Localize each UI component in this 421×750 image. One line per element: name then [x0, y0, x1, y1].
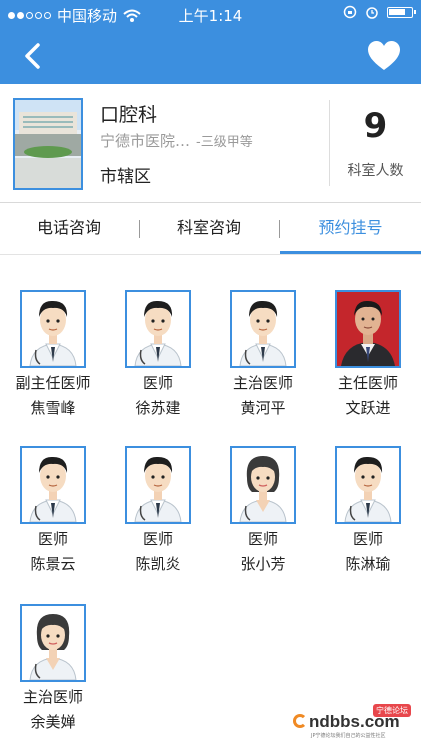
staff-count-label: 科室人数 — [347, 163, 404, 179]
doctor-name: 文跃进 — [345, 399, 391, 417]
hospital-info: 宁德市医院… -三级甲等 — [100, 130, 253, 151]
doctor-title: 医师 — [142, 374, 173, 392]
battery-icon — [387, 6, 416, 18]
doctor-title: 医师 — [352, 530, 383, 548]
status-bar: 中国移动 上午1:14 — [0, 0, 421, 28]
doctor-avatar — [125, 290, 191, 368]
doctor-card[interactable]: 医师 徐苏建 — [108, 290, 208, 422]
doctor-title: 医师 — [142, 530, 173, 548]
doctor-card[interactable]: 医师 张小芳 — [213, 446, 313, 578]
district-name: 市辖区 — [100, 167, 151, 187]
doctor-card[interactable]: 医师 陈凯炎 — [108, 446, 208, 578]
doctor-card[interactable]: 医师 陈景云 — [3, 446, 103, 578]
doctor-name: 陈凯炎 — [135, 555, 181, 573]
doctor-title: 医师 — [37, 530, 68, 548]
department-name: 口腔科 — [100, 104, 158, 126]
doctor-name: 黄河平 — [240, 399, 286, 417]
doctor-avatar — [20, 604, 86, 682]
nav-bar — [0, 28, 421, 84]
hospital-photo — [13, 98, 83, 190]
favorite-heart-icon[interactable] — [367, 40, 401, 72]
doctor-avatar — [230, 290, 296, 368]
department-header: 口腔科 宁德市医院… -三级甲等 市辖区 9 科室人数 — [0, 84, 421, 202]
doctor-title: 主任医师 — [337, 374, 398, 392]
tab-phone-consult[interactable]: 电话咨询 — [0, 203, 138, 253]
back-arrow-icon[interactable] — [18, 40, 50, 72]
doctor-avatar — [230, 446, 296, 524]
doctor-name: 余美婵 — [30, 713, 76, 731]
doctor-name: 徐苏建 — [135, 399, 181, 417]
doctor-title: 医师 — [247, 530, 278, 548]
tab-bar: 电话咨询 科室咨询 预约挂号 — [0, 203, 421, 253]
staff-count: 9 — [363, 106, 388, 146]
watermark-c-icon — [293, 714, 307, 728]
site-watermark-logo: ndbbs.com 宁德论坛 JP宁德论坛我们自己的公益性社区 — [293, 704, 413, 740]
alarm-icon — [366, 7, 378, 19]
status-icons — [343, 5, 416, 19]
watermark-subtext: JP宁德论坛我们自己的公益性社区 — [311, 733, 386, 739]
hospital-name: 宁德市医院… — [100, 132, 191, 150]
doctor-name: 陈景云 — [30, 555, 76, 573]
doctor-card[interactable]: 副主任医师 焦雪峰 — [3, 290, 103, 422]
doctor-card[interactable]: 医师 陈淋瑜 — [318, 446, 418, 578]
doctor-avatar — [20, 290, 86, 368]
rotation-lock-icon — [343, 5, 357, 19]
doctor-name: 陈淋瑜 — [345, 555, 391, 573]
doctor-title: 副主任医师 — [15, 374, 91, 392]
hospital-level: -三级甲等 — [196, 135, 253, 150]
doctor-avatar — [335, 290, 401, 368]
doctor-name: 张小芳 — [240, 555, 286, 573]
doctor-title: 主治医师 — [22, 688, 83, 706]
doctor-avatar — [125, 446, 191, 524]
tab-appointment[interactable]: 预约挂号 — [280, 203, 421, 253]
doctor-card[interactable]: 主治医师 余美婵 — [3, 604, 103, 736]
doctor-card[interactable]: 主治医师 黄河平 — [213, 290, 313, 422]
doctor-name: 焦雪峰 — [30, 399, 76, 417]
watermark-badge: 宁德论坛 — [373, 704, 411, 717]
tabs-bottom-border — [0, 254, 421, 255]
doctor-avatar — [20, 446, 86, 524]
doctor-card[interactable]: 主任医师 文跃进 — [318, 290, 418, 422]
doctor-title: 主治医师 — [232, 374, 293, 392]
doctor-avatar — [335, 446, 401, 524]
tab-department-consult[interactable]: 科室咨询 — [140, 203, 278, 253]
